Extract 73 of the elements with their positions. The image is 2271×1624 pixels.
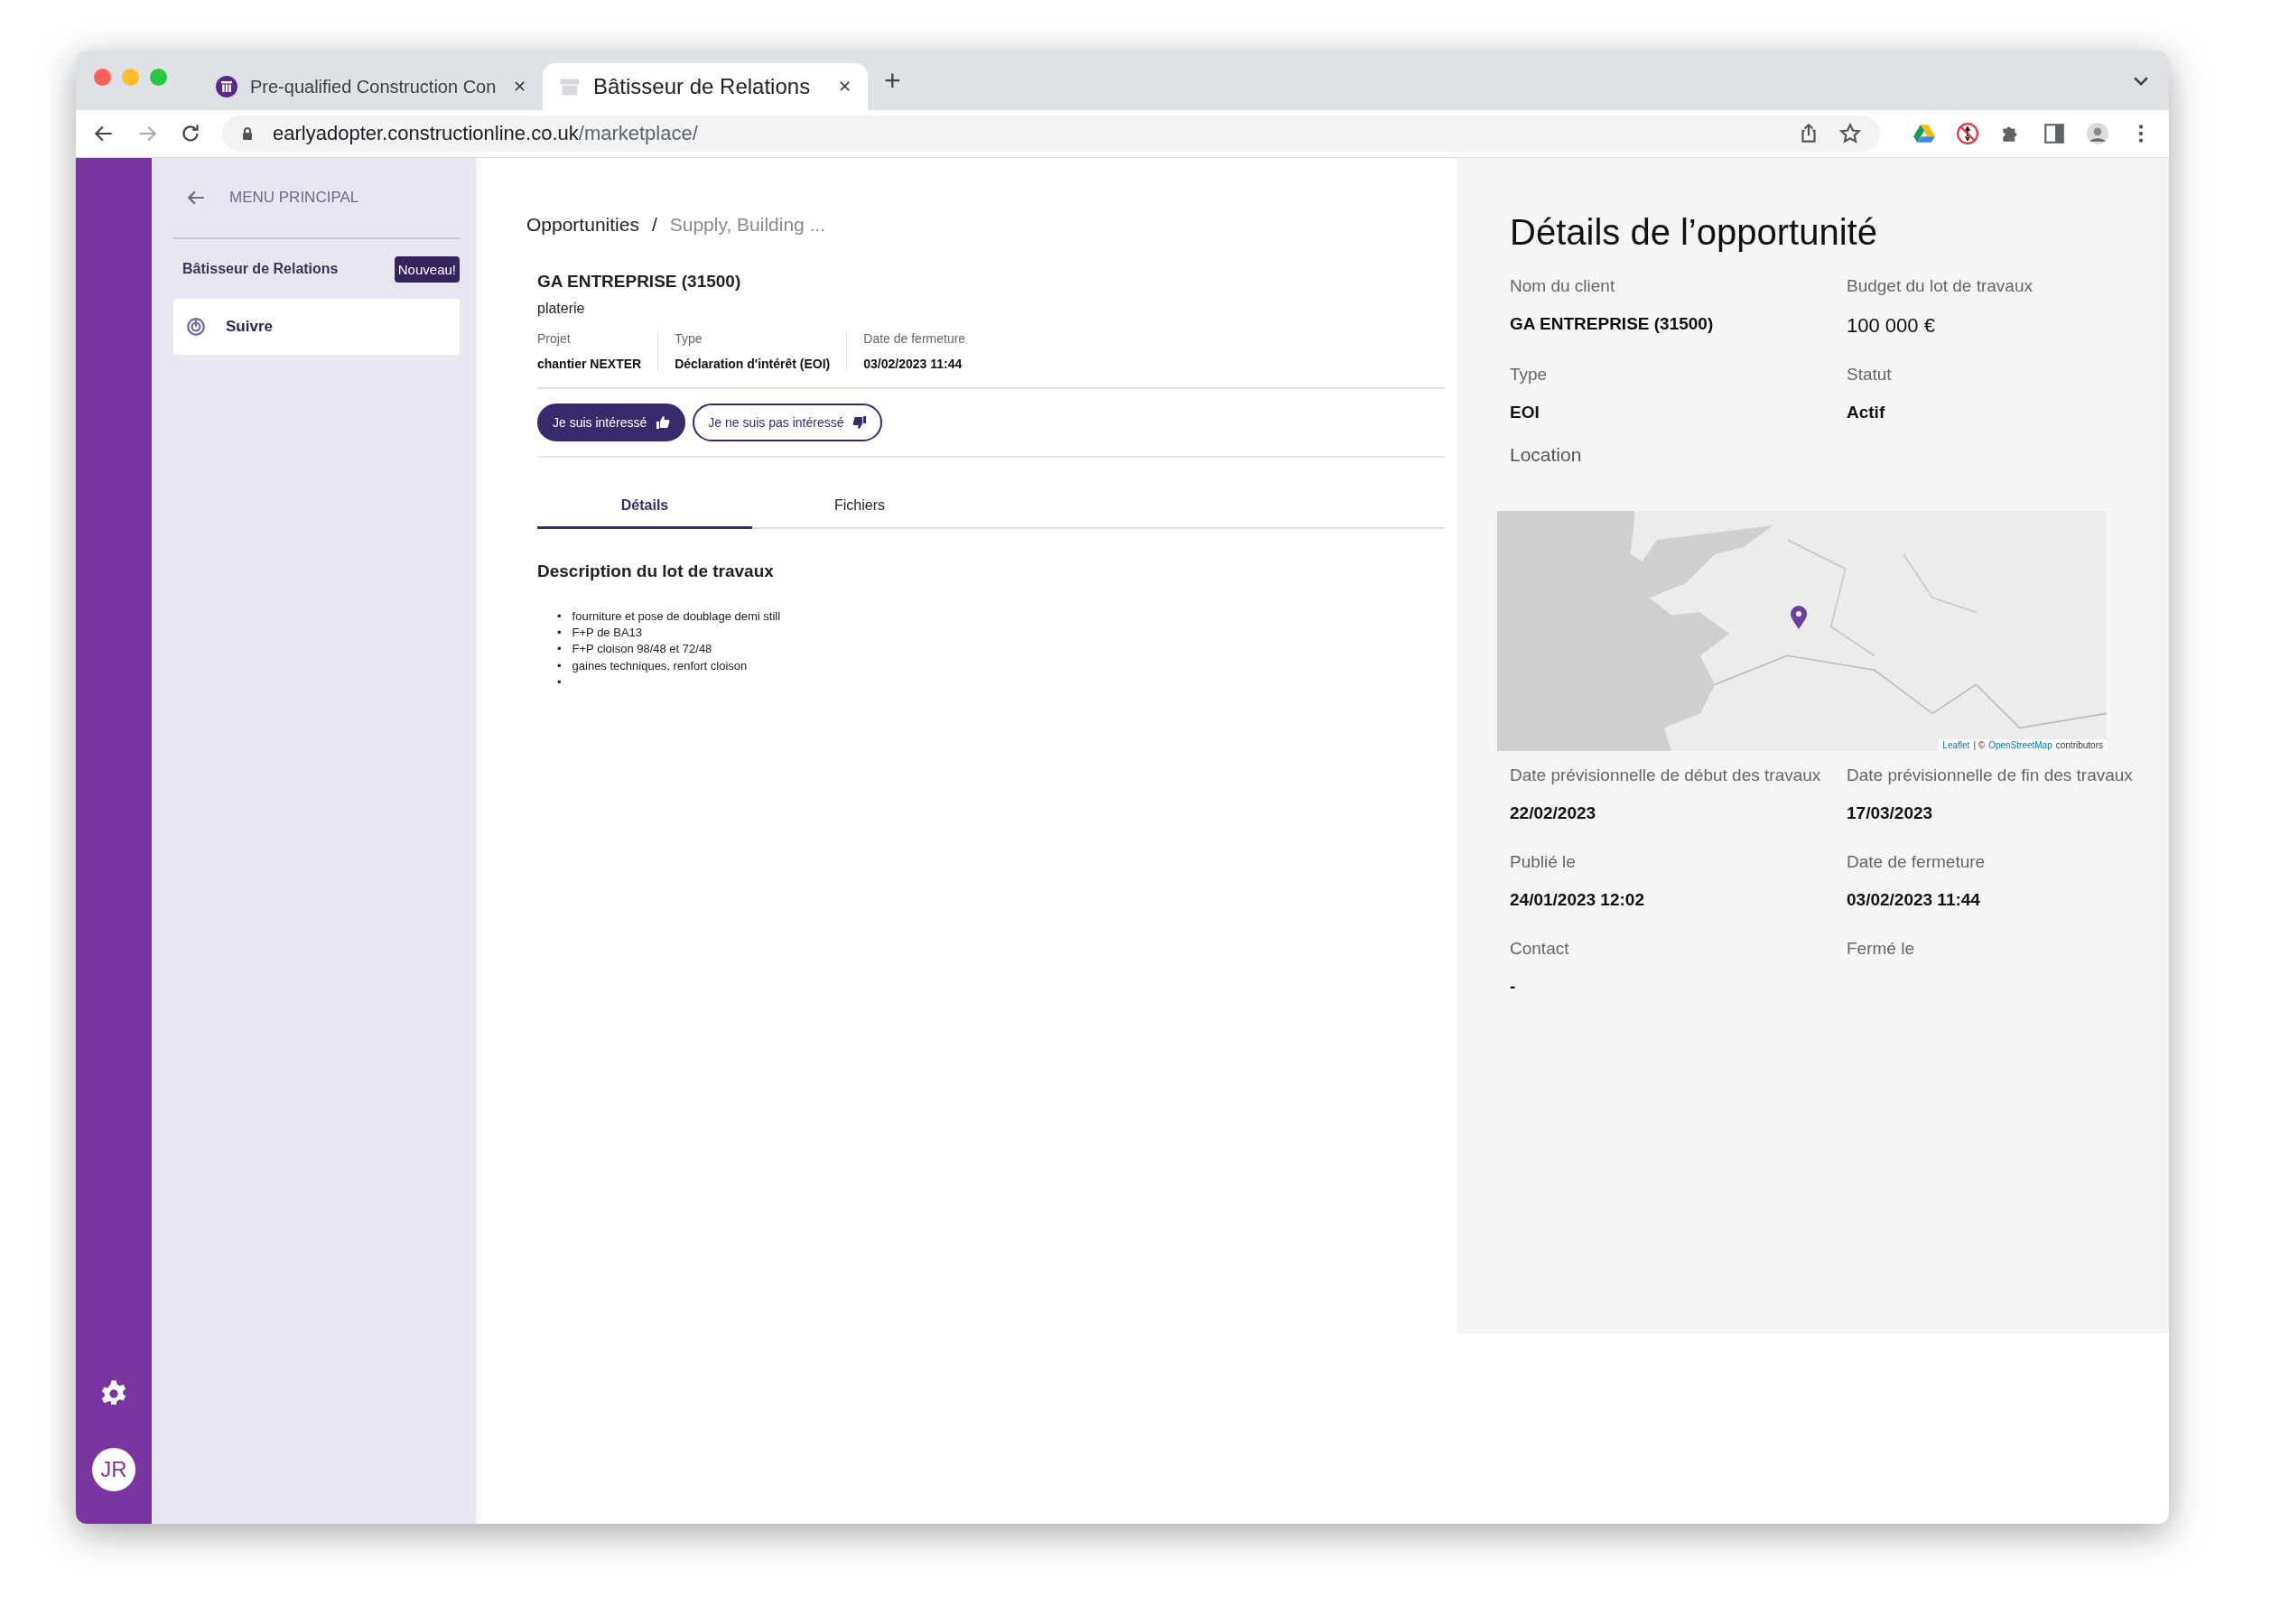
- field-value: 03/02/2023 11:44: [1847, 890, 1981, 910]
- new-badge: Nouveau!: [394, 255, 460, 283]
- meta-value: 03/02/2023 11:44: [863, 357, 963, 371]
- user-avatar[interactable]: JR: [92, 1448, 135, 1491]
- breadcrumb-item[interactable]: Opportunities: [526, 214, 639, 236]
- bullet: •: [557, 625, 562, 642]
- field-label: Nom du client: [1510, 276, 1616, 296]
- description-item: F+P cloison 98/48 et 72/48: [572, 641, 712, 658]
- browser-tab[interactable]: Bâtisseur de Relations ✕: [543, 63, 868, 110]
- description-item: gaines techniques, renfort cloison: [572, 657, 748, 674]
- attribution-text: contributors: [2055, 740, 2103, 750]
- field-label: Type: [1510, 365, 1549, 385]
- field-label: Statut: [1847, 365, 1893, 385]
- browser-tab[interactable]: Pre-qualified Construction Con ✕: [200, 63, 543, 110]
- interested-button[interactable]: Je suis intéressé: [537, 404, 686, 441]
- close-tab-button[interactable]: ✕: [513, 77, 526, 97]
- breadcrumb-item: Supply, Building ...: [669, 214, 826, 236]
- field-value: 100 000 €: [1847, 314, 1936, 338]
- location-label: Location: [1510, 444, 1583, 466]
- meta-label: Date de fermeture: [863, 331, 966, 346]
- star-icon[interactable]: [1838, 122, 1862, 145]
- drive-icon[interactable]: [1913, 122, 1936, 145]
- meta-label: Type: [675, 331, 703, 346]
- client-name: GA ENTREPRISE (31500): [537, 272, 742, 292]
- field-label: Contact: [1510, 939, 1570, 959]
- description-item: fourniture et pose de doublage demi still: [572, 608, 781, 625]
- description-item: F+P de BA13: [572, 625, 643, 642]
- favicon-icon: [216, 76, 237, 97]
- field-value: 22/02/2023: [1510, 803, 1597, 823]
- close-tab-button[interactable]: ✕: [838, 77, 852, 97]
- field-label: Date de fermeture: [1847, 852, 1987, 872]
- breadcrumb-separator: /: [651, 214, 657, 236]
- field-value: GA ENTREPRISE (31500): [1510, 314, 1715, 334]
- attribution-link[interactable]: Leaflet: [1942, 740, 1970, 750]
- meta-label: Projet: [537, 331, 572, 346]
- new-tab-button[interactable]: +: [884, 63, 901, 97]
- thumbs-down-icon: [852, 415, 868, 430]
- meta-value: Déclaration d'intérêt (EOI): [675, 357, 831, 371]
- field-label: Date prévisionnelle de début des travaux: [1510, 766, 1822, 785]
- lock-icon: [240, 126, 255, 141]
- section-title: Bâtisseur de Relations: [182, 261, 339, 277]
- blocked-extension-icon[interactable]: [1956, 122, 1979, 145]
- back-link[interactable]: MENU PRINCIPAL: [173, 158, 460, 239]
- field-label: Date prévisionnelle de fin des travaux: [1847, 766, 2134, 785]
- radar-icon: [186, 317, 206, 337]
- address-bar[interactable]: earlyadopter.constructionline.co.uk/marketplace/: [222, 116, 1880, 152]
- meta-value: chantier NEXTER: [537, 357, 642, 371]
- attribution-link[interactable]: OpenStreetMap: [1988, 740, 2052, 750]
- description-heading: Description du lot de travaux: [537, 561, 775, 581]
- field-value: Actif: [1847, 403, 1886, 422]
- profile-avatar-icon[interactable]: [2086, 122, 2109, 145]
- trade-text: platerie: [537, 301, 586, 317]
- map-pin-icon: [1790, 605, 1808, 630]
- url-text: earlyadopter.constructionline.co.uk/marketplace/: [273, 122, 698, 145]
- panel-title: Détails de l’opportunité: [1510, 212, 1878, 253]
- attribution-text: | ©: [1973, 740, 1986, 750]
- bullet: •: [557, 673, 562, 691]
- field-label: Fermé le: [1847, 939, 1915, 959]
- bullet: •: [557, 657, 562, 674]
- field-value: 24/01/2023 12:02: [1510, 890, 1645, 910]
- content-tab[interactable]: Détails: [537, 497, 752, 529]
- bullet: •: [557, 608, 562, 625]
- field-label: Budget du lot de travaux: [1847, 276, 2034, 296]
- field-value: -: [1510, 977, 1517, 997]
- not-interested-button[interactable]: Je ne suis pas intéressé: [693, 404, 883, 441]
- bullet: •: [557, 641, 562, 658]
- field-value: 17/03/2023: [1847, 803, 1934, 823]
- field-value: EOI: [1510, 403, 1540, 422]
- sidebar-item[interactable]: Suivre: [173, 299, 460, 355]
- content-tab[interactable]: Fichiers: [752, 497, 967, 529]
- field-label: Publié le: [1510, 852, 1577, 872]
- side-panel-icon[interactable]: [2043, 122, 2066, 145]
- thumbs-up-icon: [656, 415, 671, 430]
